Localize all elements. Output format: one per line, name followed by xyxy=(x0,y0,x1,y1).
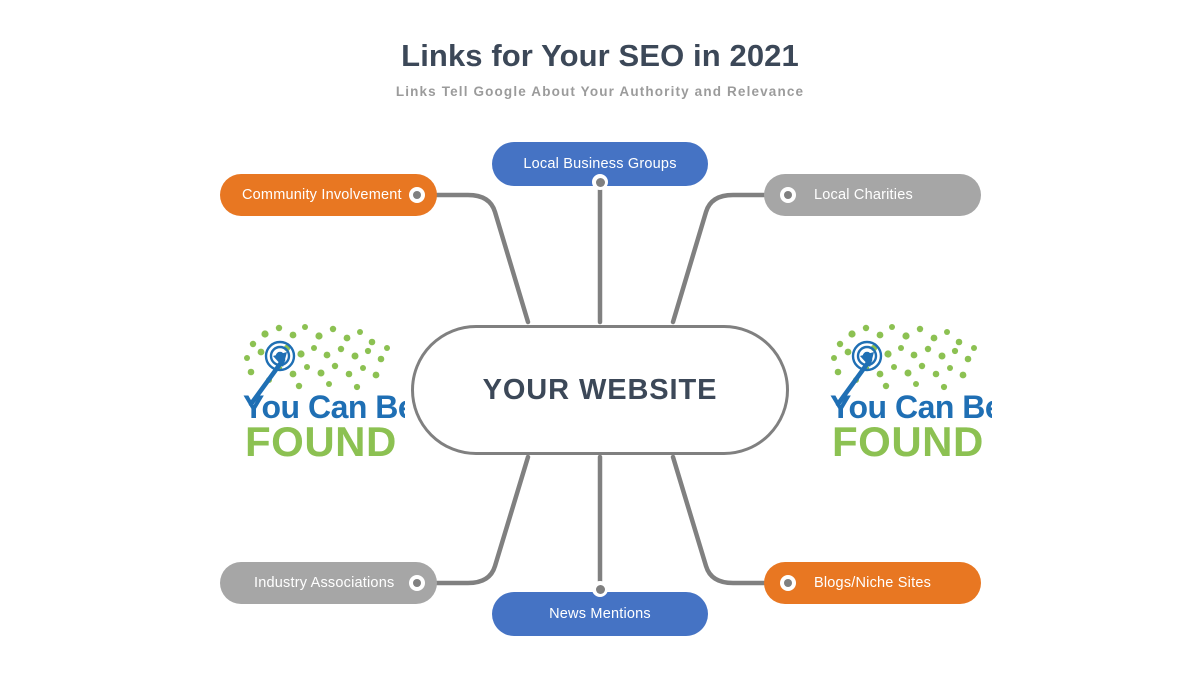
center-node-label: YOUR WEBSITE xyxy=(482,373,718,406)
logo-line2: FOUND xyxy=(832,418,984,463)
connector-dot-icon xyxy=(780,187,796,203)
node-blogs-niche-sites[interactable]: Blogs/Niche Sites xyxy=(764,562,981,604)
node-news-mentions-label: News Mentions xyxy=(549,605,651,622)
node-local-charities-label: Local Charities xyxy=(814,186,913,203)
connector-dot-icon xyxy=(592,581,608,597)
node-local-charities[interactable]: Local Charities xyxy=(764,174,981,216)
connector-dot-icon xyxy=(409,575,425,591)
connector-local-charities xyxy=(670,192,767,325)
logo-line2: FOUND xyxy=(245,418,397,463)
connector-industry-associations xyxy=(434,454,531,586)
logo-you-can-be-found-left: You Can Be FOUND xyxy=(243,324,405,463)
infographic-slide: Links for Your SEO in 2021 Links Tell Go… xyxy=(0,0,1200,675)
node-community-involvement-label: Community Involvement xyxy=(242,186,402,203)
node-community-involvement[interactable]: Community Involvement xyxy=(220,174,437,216)
node-industry-associations[interactable]: Industry Associations xyxy=(220,562,437,604)
node-local-business-groups-label: Local Business Groups xyxy=(523,155,677,172)
connector-dot-icon xyxy=(409,187,425,203)
logo-you-can-be-found-right: You Can Be FOUND xyxy=(830,324,992,463)
connector-community-involvement xyxy=(434,192,531,325)
connector-dot-icon xyxy=(592,174,608,190)
center-node[interactable]: YOUR WEBSITE xyxy=(411,325,789,455)
connector-blogs-niche-sites xyxy=(670,454,767,586)
connector-dot-icon xyxy=(780,575,796,591)
node-news-mentions[interactable]: News Mentions xyxy=(492,592,708,636)
node-blogs-niche-sites-label: Blogs/Niche Sites xyxy=(814,574,932,591)
node-industry-associations-label: Industry Associations xyxy=(254,574,395,591)
